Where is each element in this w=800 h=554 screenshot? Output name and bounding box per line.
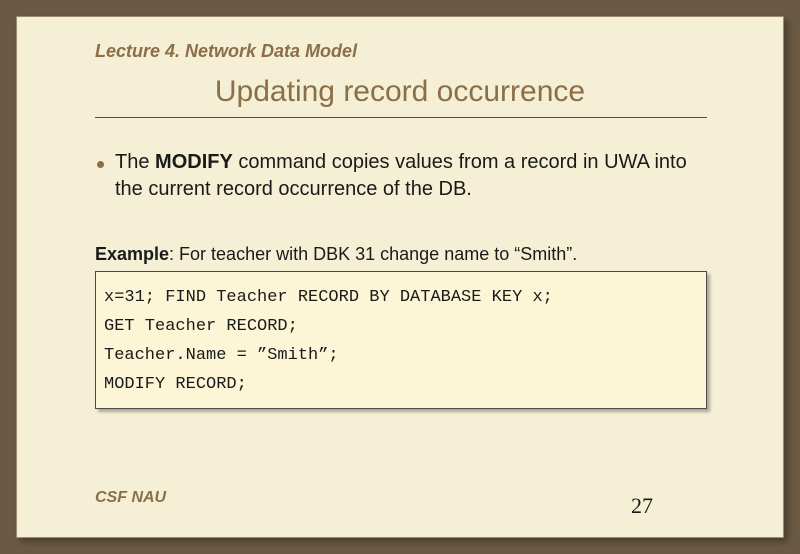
- slide-frame: Lecture 4. Network Data Model Updating r…: [16, 16, 784, 538]
- example-label-bold: Example: [95, 244, 169, 264]
- body-text-bold: MODIFY: [155, 151, 233, 173]
- body-text-prefix: The: [115, 151, 155, 173]
- code-line-2: GET Teacher RECORD;: [104, 313, 698, 342]
- code-line-3: Teacher.Name = ”Smith”;: [104, 342, 698, 371]
- page-number: 27: [631, 493, 653, 519]
- body-paragraph: The MODIFY command copies values from a …: [115, 149, 695, 203]
- bullet-icon: [97, 155, 104, 173]
- code-line-4: MODIFY RECORD;: [104, 371, 698, 400]
- example-label-rest: : For teacher with DBK 31 change name to…: [169, 244, 577, 264]
- code-line-1: x=31; FIND Teacher RECORD BY DATABASE KE…: [104, 284, 698, 313]
- slide-title: Updating record occurrence: [17, 75, 783, 109]
- code-block: x=31; FIND Teacher RECORD BY DATABASE KE…: [95, 271, 707, 409]
- example-label: Example: For teacher with DBK 31 change …: [95, 244, 577, 265]
- lecture-header: Lecture 4. Network Data Model: [95, 41, 357, 62]
- footer-org: CSF NAU: [95, 489, 166, 507]
- title-divider: [95, 117, 707, 118]
